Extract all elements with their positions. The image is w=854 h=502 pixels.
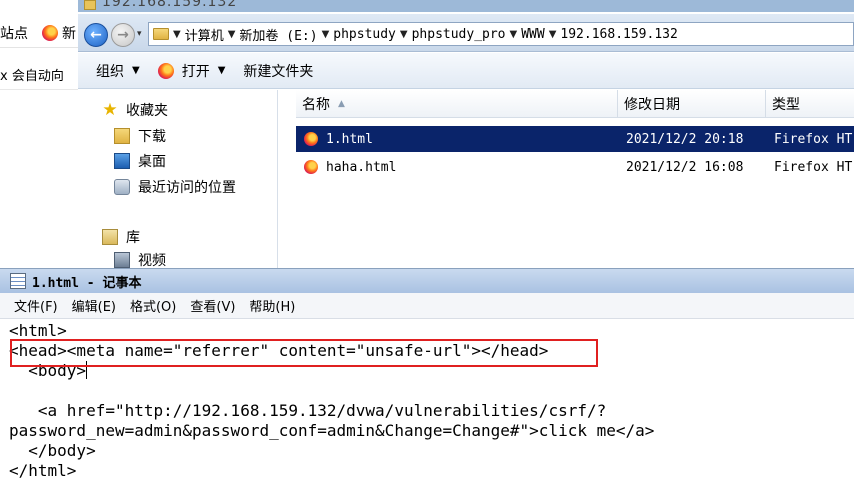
explorer-window: 192.168.159.132 ← → ▾ ▼ 计算机 ▼ 新加卷 (E:) ▼… — [78, 0, 854, 268]
file-name: 1.html — [326, 131, 373, 147]
notepad-menubar: 文件(F) 编辑(E) 格式(O) 查看(V) 帮助(H) — [0, 293, 854, 319]
nav-item-label: 视频 — [138, 253, 166, 268]
chevron-down-icon[interactable]: ▼ — [549, 29, 557, 40]
code-line-text: <body> — [9, 361, 87, 380]
chevron-down-icon[interactable]: ▼ — [228, 29, 236, 40]
notepad-title: 1.html - 记事本 — [32, 275, 142, 291]
column-header-label: 名称 — [302, 97, 330, 113]
organize-button[interactable]: 组织 ▼ — [96, 61, 140, 81]
star-icon: ★ — [102, 100, 118, 120]
menu-view[interactable]: 查看(V) — [190, 296, 235, 315]
back-arrow-icon[interactable]: ← — [84, 23, 108, 47]
nav-item-desktop[interactable]: 桌面 — [114, 151, 166, 171]
chevron-down-icon[interactable]: ▼ — [322, 29, 330, 40]
folder-icon — [153, 28, 169, 40]
nav-item-library[interactable]: 库 — [102, 227, 140, 247]
background-browser-window: 站点 新 x 会自动向 — [0, 0, 80, 268]
notepad-icon — [10, 273, 26, 289]
open-button[interactable]: 打开 ▼ — [157, 61, 226, 81]
explorer-toolbar: 组织 ▼ 打开 ▼ 新建文件夹 — [78, 53, 854, 89]
library-icon — [102, 229, 118, 245]
chevron-down-icon: ▼ — [132, 65, 140, 76]
column-header-label: 修改日期 — [624, 97, 680, 113]
organize-label: 组织 — [96, 63, 124, 80]
firefox-icon — [304, 160, 318, 174]
file-row[interactable]: haha.html 2021/12/2 16:08 Firefox HT — [296, 154, 854, 180]
nav-item-label: 下载 — [138, 129, 166, 145]
code-line: </body> — [9, 441, 96, 460]
menu-file[interactable]: 文件(F) — [14, 296, 58, 315]
notepad-titlebar: 1.html - 记事本 — [0, 269, 854, 293]
browser-notification: x 会自动向 — [0, 60, 80, 90]
column-header-label: 类型 — [772, 97, 800, 113]
downloads-folder-icon — [114, 128, 130, 144]
explorer-title: 192.168.159.132 — [102, 0, 238, 10]
folder-icon — [84, 0, 96, 10]
breadcrumb-current[interactable]: 192.168.159.132 — [560, 27, 677, 42]
menu-format[interactable]: 格式(O) — [130, 296, 176, 315]
open-label: 打开 — [181, 63, 210, 80]
file-list-pane: 名称 ▲ 修改日期 类型 1.html 2021/12/2 20:18 Fire… — [278, 90, 854, 268]
code-line: <head><meta name="referrer" content="uns… — [9, 341, 549, 360]
column-header-name[interactable]: 名称 ▲ — [296, 90, 618, 118]
chevron-down-icon[interactable]: ▼ — [173, 29, 181, 40]
desktop-icon — [114, 153, 130, 169]
address-bar[interactable]: ▼ 计算机 ▼ 新加卷 (E:) ▼ phpstudy ▼ phpstudy_p… — [148, 22, 854, 46]
firefox-icon — [42, 24, 58, 41]
column-header-modified[interactable]: 修改日期 — [618, 90, 766, 118]
recent-places-icon — [114, 179, 130, 195]
nav-item-label: 收藏夹 — [126, 103, 168, 119]
file-modified: 2021/12/2 16:08 — [626, 159, 744, 175]
code-line: </html> — [9, 461, 77, 480]
nav-item-videos[interactable]: 视频 — [114, 250, 166, 268]
breadcrumb-computer[interactable]: 计算机 — [185, 25, 224, 44]
navigation-pane: ★ 收藏夹 下载 桌面 最近访问的位置 库 视频 — [78, 90, 278, 268]
firefox-icon — [304, 132, 318, 146]
nav-item-label: 最近访问的位置 — [138, 180, 236, 196]
address-row: ← → ▾ ▼ 计算机 ▼ 新加卷 (E:) ▼ phpstudy ▼ phps… — [78, 14, 854, 52]
column-headers: 名称 ▲ 修改日期 类型 — [296, 90, 854, 118]
firefox-icon — [157, 62, 174, 79]
breadcrumb-www[interactable]: WWW — [521, 27, 544, 42]
nav-item-label: 库 — [126, 230, 140, 246]
new-folder-button[interactable]: 新建文件夹 — [243, 61, 313, 81]
menu-edit[interactable]: 编辑(E) — [72, 296, 116, 315]
breadcrumb-drive[interactable]: 新加卷 (E:) — [239, 25, 317, 44]
chevron-down-icon[interactable]: ▼ — [510, 29, 518, 40]
notepad-window: 1.html - 记事本 文件(F) 编辑(E) 格式(O) 查看(V) 帮助(… — [0, 268, 854, 502]
code-line: <body> — [9, 361, 854, 381]
videos-icon — [114, 252, 130, 268]
breadcrumb-phpstudy-pro[interactable]: phpstudy_pro — [412, 27, 506, 42]
breadcrumb-phpstudy[interactable]: phpstudy — [333, 27, 396, 42]
nav-item-recent[interactable]: 最近访问的位置 — [114, 177, 236, 197]
explorer-titlebar: 192.168.159.132 — [78, 0, 854, 12]
forward-arrow-icon[interactable]: → — [111, 23, 135, 47]
chevron-down-icon[interactable]: ▼ — [400, 29, 408, 40]
menu-help[interactable]: 帮助(H) — [249, 296, 295, 315]
sort-ascending-icon: ▲ — [338, 99, 345, 109]
nav-item-downloads[interactable]: 下载 — [114, 126, 166, 146]
bookmark-new[interactable]: 新 — [62, 23, 76, 43]
notepad-text-area[interactable]: <html> <head><meta name="referrer" conten… — [0, 319, 854, 502]
text-cursor — [86, 361, 88, 379]
code-line: <a href="http://192.168.159.132/dvwa/vul… — [9, 401, 607, 420]
code-line: password_new=admin&password_conf=admin&C… — [9, 421, 655, 440]
nav-item-label: 桌面 — [138, 154, 166, 170]
file-row[interactable]: 1.html 2021/12/2 20:18 Firefox HT — [296, 126, 854, 152]
history-dropdown-icon[interactable]: ▾ — [137, 29, 142, 39]
nav-item-favorites[interactable]: ★ 收藏夹 — [102, 100, 168, 120]
chevron-down-icon: ▼ — [217, 65, 226, 76]
column-header-type[interactable]: 类型 — [766, 90, 854, 118]
file-modified: 2021/12/2 20:18 — [626, 131, 744, 147]
bookmarks-bar: 站点 新 — [0, 18, 80, 48]
new-folder-label: 新建文件夹 — [243, 63, 314, 80]
file-type: Firefox HT — [774, 131, 853, 147]
file-name: haha.html — [326, 159, 397, 175]
file-type: Firefox HT — [774, 159, 853, 175]
code-line: <html> — [9, 321, 67, 340]
bookmark-sites[interactable]: 站点 — [0, 23, 28, 43]
